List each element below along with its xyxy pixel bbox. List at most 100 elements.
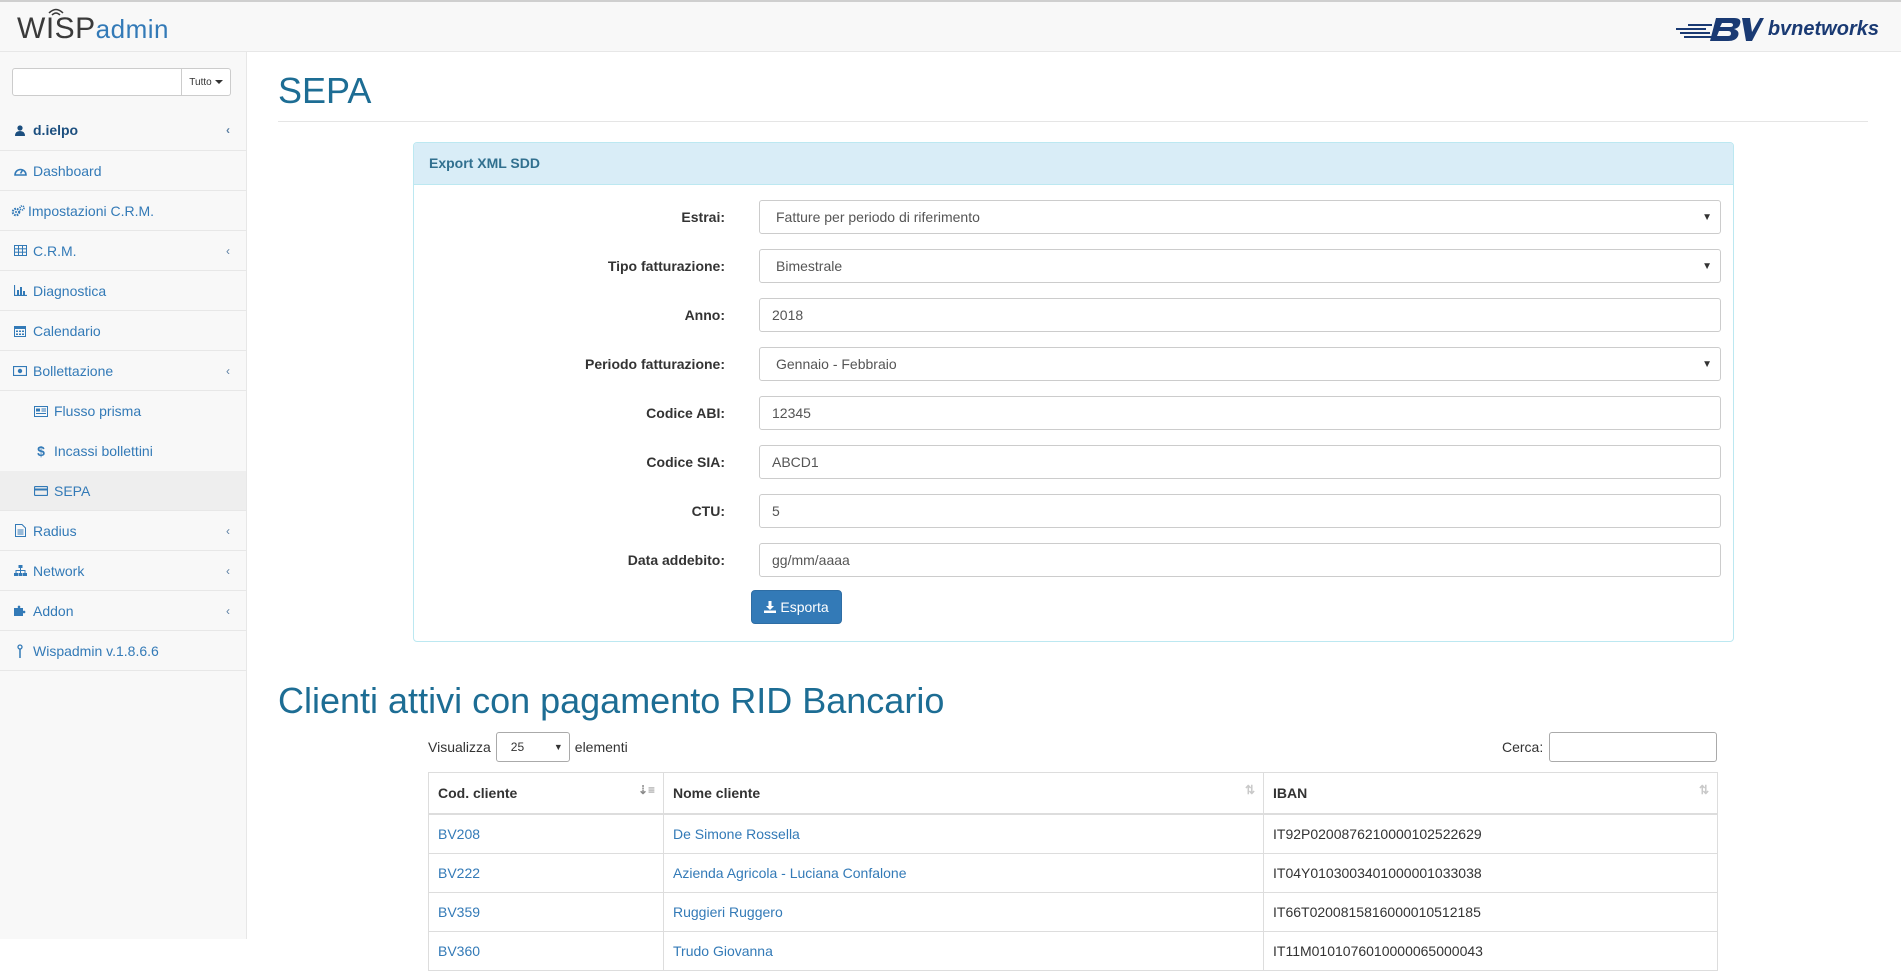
sidebar-item-sepa[interactable]: SEPA [0,471,246,511]
ctu-input[interactable]: 5 [759,494,1721,528]
sidebar-search: Tutto [12,68,231,96]
page-length-select[interactable]: 25 ▼ [495,732,570,762]
sidebar-item-label: Bollettazione [33,362,114,379]
page-length-control: Visualizza 25 ▼ elementi [428,732,628,762]
sidebar-item-incassi-bollettini[interactable]: $ Incassi bollettini [0,431,246,471]
client-name-link[interactable]: Trudo Giovanna [673,943,773,959]
sidebar-item-label: Impostazioni C.R.M. [28,202,155,219]
user-icon [13,124,27,136]
sidebar-item-addon[interactable]: Addon ‹ [0,591,246,631]
codice-sia-label: Codice SIA: [646,454,725,470]
sort-icon: ⇅ [1698,783,1709,797]
chevron-left-icon: ‹ [226,244,230,258]
sidebar-item-flusso-prisma[interactable]: Flusso prisma [0,391,246,431]
bvnetworks-logo: bvnetworks [1675,14,1879,44]
sidebar-item-user[interactable]: d.ielpo ‹ [0,110,246,151]
wispadmin-logo[interactable]: WISPadmin [17,8,169,46]
tipo-fatturazione-value: Bimestrale [776,258,843,274]
sidebar-item-impostazioni-crm[interactable]: Impostazioni C.R.M. [0,191,246,231]
anno-label: Anno: [684,307,725,323]
periodo-fatturazione-select[interactable]: Gennaio - Febbraio ▼ [759,347,1721,381]
table-header-row: Cod. cliente ⇣≡ Nome cliente ⇅ IBAN ⇅ [428,772,1718,815]
form-row-data-addebito: Data addebito: gg/mm/aaaa [414,543,1735,577]
client-code-link[interactable]: BV360 [438,943,480,959]
client-name-link[interactable]: Azienda Agricola - Luciana Confalone [673,865,907,881]
form-row-anno: Anno: 2018 [414,298,1735,332]
codice-abi-label: Codice ABI: [646,405,725,421]
sidebar-item-radius[interactable]: Radius ‹ [0,511,246,551]
antenna-icon [13,643,27,658]
codice-abi-input[interactable]: 12345 [759,396,1721,430]
chevron-left-icon: ‹ [226,604,230,618]
sidebar-item-label: SEPA [54,482,91,499]
form-row-tipo-fatturazione: Tipo fatturazione: Bimestrale ▼ [414,249,1735,283]
title-divider [278,121,1868,122]
column-header-cod-cliente[interactable]: Cod. cliente ⇣≡ [428,772,664,815]
file-icon [13,524,27,537]
client-code-link[interactable]: BV208 [438,826,480,842]
column-header-label: IBAN [1273,785,1308,801]
bv-mark-icon [1675,18,1764,41]
page-length-prefix: Visualizza [428,739,491,755]
periodo-fatturazione-value: Gennaio - Febbraio [776,356,897,372]
dropdown-arrow-icon: ▼ [1702,359,1712,370]
client-name-link[interactable]: Ruggieri Ruggero [673,904,783,920]
sidebar-item-label: C.R.M. [33,242,77,259]
calendar-icon [13,325,27,337]
codice-sia-input[interactable]: ABCD1 [759,445,1721,479]
anno-input[interactable]: 2018 [759,298,1721,332]
caret-down-icon [214,80,223,84]
esporta-button[interactable]: Esporta [751,590,842,624]
tipo-fatturazione-label: Tipo fatturazione: [607,258,725,274]
estrai-value: Fatture per periodo di riferimento [776,209,980,225]
sidebar-item-calendario[interactable]: Calendario [0,311,246,351]
chevron-left-icon: ‹ [226,524,230,538]
sort-asc-icon: ⇣≡ [637,783,655,797]
table-row: BV359 Ruggieri Ruggero IT66T020081581600… [428,892,1718,932]
form-row-codice-abi: Codice ABI: 12345 [414,396,1735,430]
tipo-fatturazione-select[interactable]: Bimestrale ▼ [759,249,1721,283]
sidebar-item-crm[interactable]: C.R.M. ‹ [0,231,246,271]
sidebar-item-network[interactable]: Network ‹ [0,551,246,591]
table-row: BV360 Trudo Giovanna IT11M01010760100000… [428,931,1718,971]
table-row: BV222 Azienda Agricola - Luciana Confalo… [428,853,1718,893]
form-row-periodo-fatturazione: Periodo fatturazione: Gennaio - Febbraio… [414,347,1735,381]
sidebar-item-label: Diagnostica [33,282,107,299]
column-header-label: Nome cliente [673,785,761,801]
page-length-suffix: elementi [574,739,628,755]
estrai-select[interactable]: Fatture per periodo di riferimento ▼ [759,200,1721,234]
periodo-fatturazione-label: Periodo fatturazione: [584,356,725,372]
client-name-link[interactable]: De Simone Rossella [673,826,800,842]
sidebar-user-label: d.ielpo [33,122,79,138]
client-code-link[interactable]: BV222 [438,865,480,881]
column-header-nome-cliente[interactable]: Nome cliente ⇅ [663,772,1264,815]
sidebar-nav: d.ielpo ‹ Dashboard Impostazioni C.R.M. … [0,110,246,671]
sidebar-item-dashboard[interactable]: Dashboard [0,151,246,191]
export-panel: Export XML SDD Estrai: Fatture per perio… [413,142,1734,642]
page-length-value: 25 [510,740,525,754]
table-search-input[interactable] [1549,732,1718,762]
client-code-link[interactable]: BV359 [438,904,480,920]
page-title: SEPA [278,70,372,111]
section-title: Clienti attivi con pagamento RID Bancari… [278,680,945,721]
form-row-estrai: Estrai: Fatture per periodo di riferimen… [414,200,1735,234]
search-scope-dropdown[interactable]: Tutto [182,68,231,96]
cogs-icon [11,204,25,217]
dropdown-arrow-icon: ▼ [1702,261,1712,272]
sidebar-item-label: Wispadmin v.1.8.6.6 [33,642,159,659]
partner-name: bvnetworks [1767,17,1879,40]
chevron-left-icon: ‹ [226,123,230,137]
table-row: BV208 De Simone Rossella IT92P0200876210… [428,813,1718,854]
table-icon [13,245,27,256]
sidebar-search-input[interactable] [12,68,182,96]
sidebar-item-version[interactable]: Wispadmin v.1.8.6.6 [0,631,246,671]
column-header-iban[interactable]: IBAN ⇅ [1263,772,1718,815]
export-panel-heading: Export XML SDD [414,143,1733,185]
logo-suffix: admin [95,14,169,44]
sidebar-item-diagnostica[interactable]: Diagnostica [0,271,246,311]
iban-cell: IT66T0200815816000010512185 [1263,892,1718,932]
esporta-label: Esporta [780,599,829,615]
sidebar-item-bollettazione[interactable]: Bollettazione ‹ [0,351,246,391]
data-addebito-input[interactable]: gg/mm/aaaa [759,543,1721,577]
search-scope-label: Tutto [189,76,212,88]
